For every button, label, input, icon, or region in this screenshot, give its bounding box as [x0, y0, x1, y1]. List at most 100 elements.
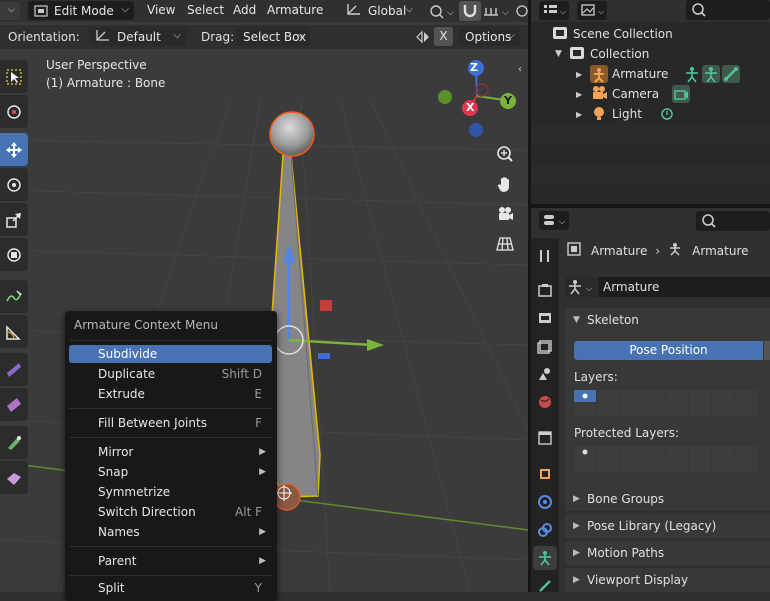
bone-icon[interactable]	[722, 65, 740, 83]
layer-toggle[interactable]	[689, 403, 711, 415]
mirror-axis-icon[interactable]	[414, 29, 432, 45]
snap-increment-icon[interactable]: ⌵	[482, 2, 512, 20]
light-data-icon[interactable]	[659, 106, 675, 125]
protected-layer-toggle[interactable]	[712, 446, 734, 458]
outliner-row-scene-collection[interactable]: Scene Collection	[531, 24, 770, 44]
camera-data-icon[interactable]	[672, 85, 690, 103]
envelope-tool-icon[interactable]	[0, 461, 28, 494]
select-box-tool-icon[interactable]	[0, 60, 28, 93]
protected-layer-toggle[interactable]	[735, 446, 757, 458]
layer-toggle[interactable]	[620, 390, 642, 402]
drag-dropdown[interactable]: Select Box ⌵	[237, 27, 310, 46]
bone-tab-icon[interactable]	[533, 574, 557, 598]
layer-toggle[interactable]	[666, 390, 688, 402]
outliner-row-armature[interactable]: ▶ Armature	[531, 64, 770, 84]
protected-layer-toggle[interactable]	[735, 459, 757, 471]
ortho-grid-icon[interactable]	[492, 231, 518, 257]
layer-toggle[interactable]	[574, 403, 596, 415]
datablock-browse-icon[interactable]: ⌵	[565, 277, 597, 297]
sidebar-toggle-icon[interactable]: ‹	[518, 64, 522, 75]
annotate-tool-icon[interactable]	[0, 280, 28, 313]
datablock-name-field[interactable]: Armature	[598, 277, 770, 297]
orientation-dropdown[interactable]: Default ⌵	[89, 27, 186, 46]
pose-position-button[interactable]: Pose Position	[574, 341, 763, 360]
pose-library-panel-header[interactable]: ▶ Pose Library (Legacy)	[565, 514, 770, 538]
menu-item-switch-direction[interactable]: Switch Direction Alt F	[69, 503, 272, 521]
layer-toggle[interactable]	[712, 390, 734, 402]
display-filter-icon[interactable]: ⌵	[539, 1, 569, 20]
transform-tool-icon[interactable]	[0, 238, 28, 271]
rotate-tool-icon[interactable]	[0, 168, 28, 201]
menu-item-symmetrize[interactable]: Symmetrize	[69, 483, 272, 501]
skeleton-panel-header[interactable]: ▼ Skeleton	[565, 308, 770, 332]
armature-data-icon[interactable]	[702, 65, 720, 83]
output-tab-icon[interactable]	[533, 306, 557, 330]
mode-dropdown[interactable]: Edit Mode ⌵	[28, 1, 134, 20]
menu-item-parent[interactable]: Parent ▶	[69, 552, 272, 570]
layer-toggle[interactable]	[643, 390, 665, 402]
layer-toggle[interactable]	[735, 390, 757, 402]
world-tab-icon[interactable]	[533, 390, 557, 414]
constraints-tab-icon[interactable]	[533, 518, 557, 542]
physics-tab-icon[interactable]	[533, 490, 557, 514]
protected-layer-toggle[interactable]	[712, 459, 734, 471]
layer-toggle[interactable]	[597, 390, 619, 402]
menu-item-mirror[interactable]: Mirror ▶	[69, 443, 272, 461]
pivot-icon[interactable]: ⌵	[426, 2, 456, 20]
view-layer-tab-icon[interactable]	[533, 334, 557, 358]
protected-layer-toggle[interactable]	[666, 459, 688, 471]
hand-pan-icon[interactable]	[492, 171, 518, 197]
roll-tool-icon[interactable]	[0, 353, 28, 386]
menu-item-fill-between-joints[interactable]: Fill Between Joints F	[69, 414, 272, 432]
protected-layer-toggle[interactable]	[689, 459, 711, 471]
proportional-edit-icon[interactable]	[514, 2, 528, 20]
protected-layer-toggle[interactable]	[689, 446, 711, 458]
zoom-icon[interactable]	[492, 141, 518, 167]
pose-icon[interactable]	[683, 65, 701, 86]
layer-toggle[interactable]	[689, 390, 711, 402]
editor-type-icon[interactable]: ⌵	[539, 211, 569, 230]
protected-layer-toggle[interactable]	[620, 446, 642, 458]
outliner-row-light[interactable]: ▶ Light	[531, 104, 770, 124]
protected-layer-toggle[interactable]	[574, 446, 596, 458]
outliner-row-camera[interactable]: ▶ Camera	[531, 84, 770, 104]
x-mirror-toggle[interactable]: X	[434, 27, 453, 46]
protected-layer-toggle[interactable]	[666, 446, 688, 458]
camera-view-icon[interactable]	[492, 201, 518, 227]
protected-layer-toggle[interactable]	[643, 459, 665, 471]
menu-add[interactable]: Add	[233, 3, 256, 17]
viewport-display-panel-header[interactable]: ▶ Viewport Display	[565, 568, 770, 592]
protected-layer-toggle[interactable]	[643, 446, 665, 458]
scale-tool-icon[interactable]	[0, 203, 28, 236]
menu-armature[interactable]: Armature	[267, 3, 323, 17]
outliner-row-collection[interactable]: ▼ Collection	[531, 44, 770, 64]
layer-toggle[interactable]	[574, 390, 596, 402]
collection-tab-icon[interactable]	[533, 426, 557, 450]
extrude-tool-icon[interactable]	[0, 426, 28, 459]
transform-orientation-dropdown[interactable]: Global ⌵	[340, 1, 418, 20]
protected-layer-toggle[interactable]	[597, 459, 619, 471]
menu-view[interactable]: View	[147, 3, 175, 17]
menu-item-split[interactable]: Split Y	[69, 579, 272, 597]
protected-layer-toggle[interactable]	[597, 446, 619, 458]
layer-toggle[interactable]	[643, 403, 665, 415]
protected-layer-toggle[interactable]	[620, 459, 642, 471]
protected-layers-grid[interactable]	[574, 446, 757, 471]
protected-layer-toggle[interactable]	[574, 459, 596, 471]
menu-item-names[interactable]: Names ▶	[69, 523, 272, 541]
bone-groups-panel-header[interactable]: ▶ Bone Groups	[565, 487, 770, 511]
layer-toggle[interactable]	[712, 403, 734, 415]
snap-magnet-icon[interactable]	[459, 1, 481, 21]
scene-tab-icon[interactable]	[533, 362, 557, 386]
tool-tab-icon[interactable]	[533, 244, 557, 268]
editor-type-icon[interactable]: ⌵	[0, 2, 20, 20]
object-tab-icon[interactable]	[533, 462, 557, 486]
properties-search-input[interactable]	[696, 211, 770, 231]
menu-item-duplicate[interactable]: Duplicate Shift D	[69, 365, 272, 383]
cursor-tool-icon[interactable]	[0, 95, 28, 128]
menu-item-snap[interactable]: Snap ▶	[69, 463, 272, 481]
layer-toggle[interactable]	[735, 403, 757, 415]
menu-select[interactable]: Select	[187, 3, 224, 17]
measure-tool-icon[interactable]	[0, 315, 28, 348]
menu-item-subdivide[interactable]: Subdivide	[69, 345, 272, 363]
